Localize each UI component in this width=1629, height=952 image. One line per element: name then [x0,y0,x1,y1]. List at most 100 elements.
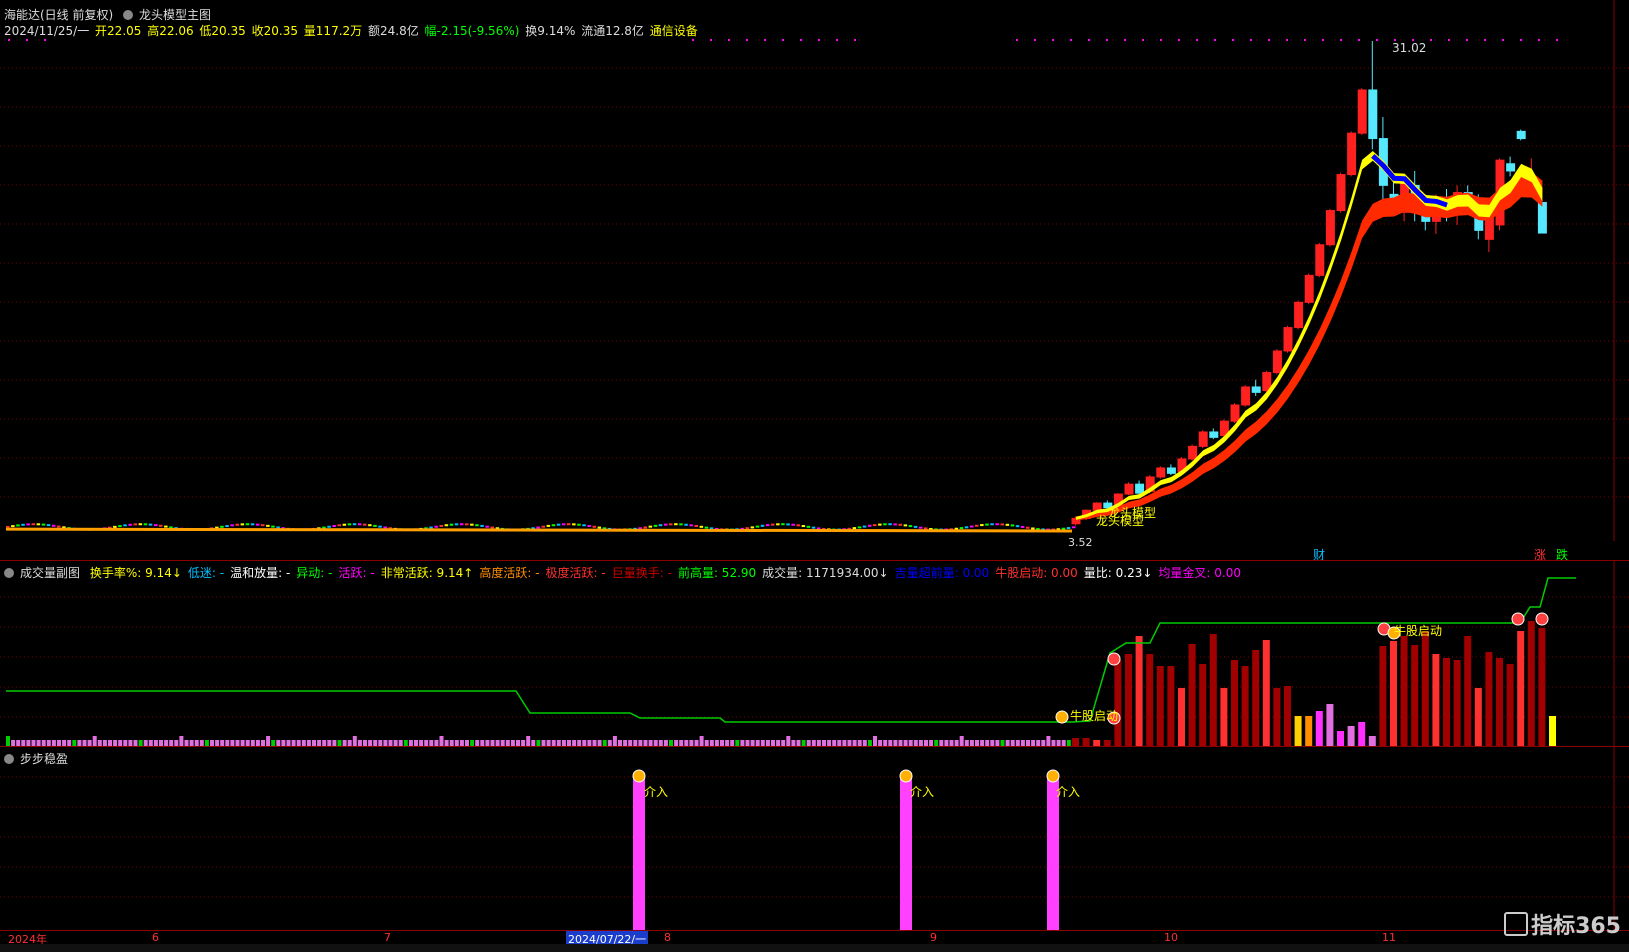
volume-pane[interactable]: 成交量副图 换手率%: 9.14↓ 低迷: - 温和放量: - 异动: - 活跃: - 非… [0,560,1629,747]
flat-candle [368,524,372,527]
main-chart-pane[interactable]: 海能达(日线 前复权) 龙头模型主图 2024/11/25/一 开22.05 高… [0,0,1629,562]
signal-dot [1214,39,1216,41]
x-label-11: 11 [1382,931,1396,944]
flat-candle [220,525,224,528]
flat-candle [867,524,872,527]
flat-candle [352,523,357,526]
vol-bar [1072,738,1079,746]
gear-icon[interactable] [4,754,14,764]
x-axis: 2024年 6 7 2024/07/22/一 8 9 10 11 [0,930,1629,947]
flat-candle [689,524,693,527]
flat-candle [449,523,454,526]
flat-candle [556,523,561,526]
vol-bar [266,736,271,746]
vol-indicator-6: 高度活跃: - [479,566,540,580]
flat-candle [873,524,877,527]
vol-bar [1432,654,1440,746]
vol-bar [1549,716,1556,746]
flat-candle [985,523,989,526]
vol-bar [439,736,444,746]
vol-bar [1178,688,1185,746]
signal-dot [1322,39,1324,41]
candle-body [1188,445,1198,460]
vol-bar [1506,664,1514,746]
signal-dot [1106,39,1108,41]
main-chart-svg [0,0,1629,541]
candle-body [1241,386,1251,406]
flat-candle [587,524,591,527]
flat-candle [597,526,602,529]
bull-marker [1107,652,1121,666]
flat-candle [159,524,163,527]
flat-candle [878,523,882,526]
flat-candle [893,523,897,526]
ribbon-yellow [1076,151,1543,520]
signal-dot [800,39,802,41]
flat-candle [990,523,994,526]
niugu-label-2: 牛股启动 [1394,624,1443,638]
flat-candle [383,526,387,529]
vol-bar [612,736,617,746]
vol-indicator-4: 活跃: - [338,566,375,580]
vol-bar [1315,711,1323,746]
flat-candle [123,524,127,527]
flat-candle [475,524,479,527]
vol-bar [1464,636,1472,746]
vol-indicator-11: 吉量超前量: 0.00 [894,566,990,580]
vol-indicator-0: 换手率%: 9.14↓ [89,566,182,580]
volume-svg [0,561,1629,747]
gear-icon[interactable] [123,10,134,20]
vol-bar [1474,688,1482,746]
bull-marker [1511,612,1525,626]
volume-pane-title[interactable]: 成交量副图 [20,566,80,580]
flat-candle [811,526,816,529]
flat-candle [908,525,913,528]
candle-body [1325,210,1335,246]
vol-bar [92,736,97,746]
flat-candle [964,526,969,529]
volume-header: 成交量副图 换手率%: 9.14↓ 低迷: - 温和放量: - 异动: - 活跃: - 非… [4,564,1247,581]
flat-candle [995,523,999,526]
vol-bar [1517,631,1525,746]
flat-candle [582,524,586,527]
flat-candle [337,524,341,527]
flat-candle [118,525,122,528]
flat-candle [148,523,153,526]
candle-body [1506,163,1516,172]
title-row: 海能达(日线 前复权) 龙头模型主图 [4,6,217,23]
candle-body [1294,301,1304,329]
flat-candle [26,523,30,526]
flat-candle [1005,523,1010,526]
signal-pane[interactable]: 步步稳盈 介入 介入 介入 [0,746,1629,931]
signal-dot [1538,39,1540,41]
indicator-title[interactable]: 龙头模型主图 [139,8,211,22]
flat-candle [536,526,540,529]
flat-candle [347,523,352,526]
signal-dot [1034,39,1036,41]
flat-candle [429,526,433,529]
flat-candle [786,523,790,526]
vol-bar [1496,658,1503,746]
quote-amount: 额24.8亿 [367,24,419,38]
signal-dot [8,39,10,41]
flat-candle [592,525,596,528]
vol-indicator-14: 均量金叉: 0.00 [1158,566,1241,580]
flat-candle [883,523,887,526]
signal-pane-title[interactable]: 步步稳盈 [20,752,68,766]
gear-icon[interactable] [4,568,14,578]
bottom-tab-bar[interactable] [0,944,1629,952]
signal-dot [1088,39,1090,41]
candle-body [1209,431,1219,438]
signal-dot [710,39,712,41]
vol-bar [1443,658,1450,746]
vol-bar [1135,636,1143,746]
vol-bar [699,736,704,746]
prev-high-line [6,577,1576,723]
candle-body [1198,431,1208,447]
vol-bar [1527,621,1535,746]
flat-candle [21,523,25,526]
vol-bar [1347,726,1355,746]
watermark-text: 指标365 [1531,914,1621,939]
flat-candle [924,527,928,530]
flat-candle [225,525,229,528]
